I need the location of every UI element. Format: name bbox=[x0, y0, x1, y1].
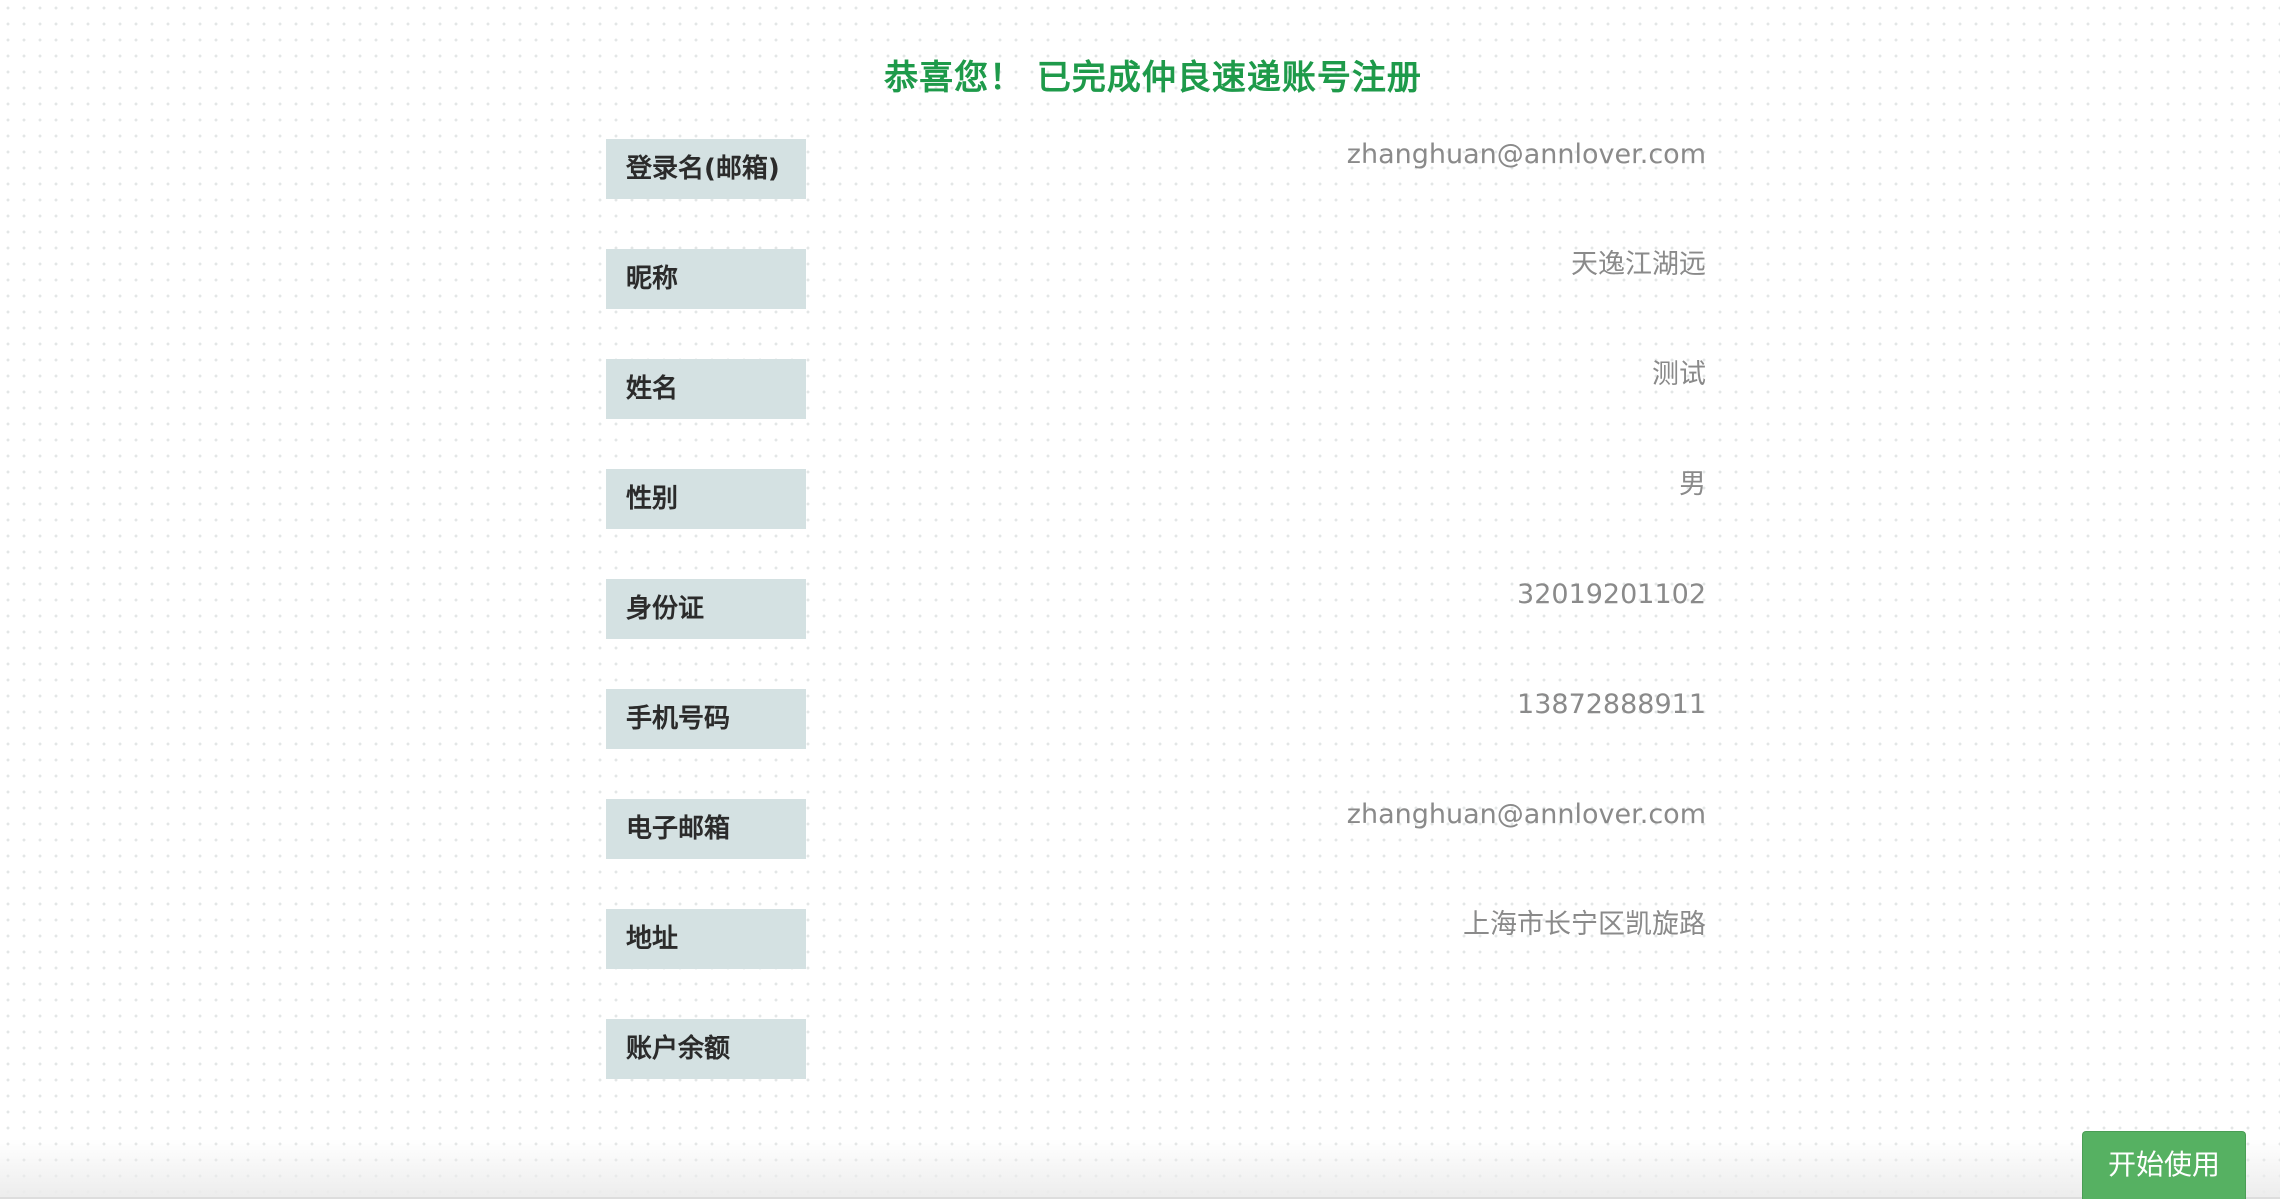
info-row-balance: 账户余额 bbox=[606, 1019, 1706, 1129]
info-row-gender: 性别 男 bbox=[606, 469, 1706, 579]
phone-value: 13872888911 bbox=[1517, 689, 1706, 720]
account-info-list: 登录名(邮箱) zhanghuan@annlover.com 昵称 天逸江湖远 … bbox=[606, 139, 1706, 1129]
email-value: zhanghuan@annlover.com bbox=[1346, 799, 1706, 830]
start-using-button[interactable]: 开始使用 bbox=[2082, 1131, 2246, 1199]
nickname-label: 昵称 bbox=[606, 249, 806, 309]
phone-label: 手机号码 bbox=[606, 689, 806, 749]
name-value: 测试 bbox=[1652, 359, 1706, 390]
info-row-address: 地址 上海市长宁区凯旋路 bbox=[606, 909, 1706, 1019]
gender-value: 男 bbox=[1679, 469, 1706, 500]
nickname-value: 天逸江湖远 bbox=[1571, 249, 1706, 280]
info-row-id-card: 身份证 32019201102 bbox=[606, 579, 1706, 689]
login-email-value: zhanghuan@annlover.com bbox=[1346, 139, 1706, 170]
page-title: 恭喜您！ 已完成仲良速递账号注册 bbox=[884, 58, 1422, 98]
gender-label: 性别 bbox=[606, 469, 806, 529]
email-label: 电子邮箱 bbox=[606, 799, 806, 859]
address-label: 地址 bbox=[606, 909, 806, 969]
login-email-label: 登录名(邮箱) bbox=[606, 139, 806, 199]
info-row-phone: 手机号码 13872888911 bbox=[606, 689, 1706, 799]
info-row-login-email: 登录名(邮箱) zhanghuan@annlover.com bbox=[606, 139, 1706, 249]
registration-success-page: 恭喜您！ 已完成仲良速递账号注册 登录名(邮箱) zhanghuan@annlo… bbox=[0, 0, 2280, 1199]
id-card-label: 身份证 bbox=[606, 579, 806, 639]
info-row-email: 电子邮箱 zhanghuan@annlover.com bbox=[606, 799, 1706, 909]
balance-label: 账户余额 bbox=[606, 1019, 806, 1079]
info-row-nickname: 昵称 天逸江湖远 bbox=[606, 249, 1706, 359]
id-card-value: 32019201102 bbox=[1517, 579, 1706, 610]
address-value: 上海市长宁区凯旋路 bbox=[1463, 909, 1706, 940]
name-label: 姓名 bbox=[606, 359, 806, 419]
info-row-name: 姓名 测试 bbox=[606, 359, 1706, 469]
footer-shade bbox=[0, 1139, 2280, 1199]
